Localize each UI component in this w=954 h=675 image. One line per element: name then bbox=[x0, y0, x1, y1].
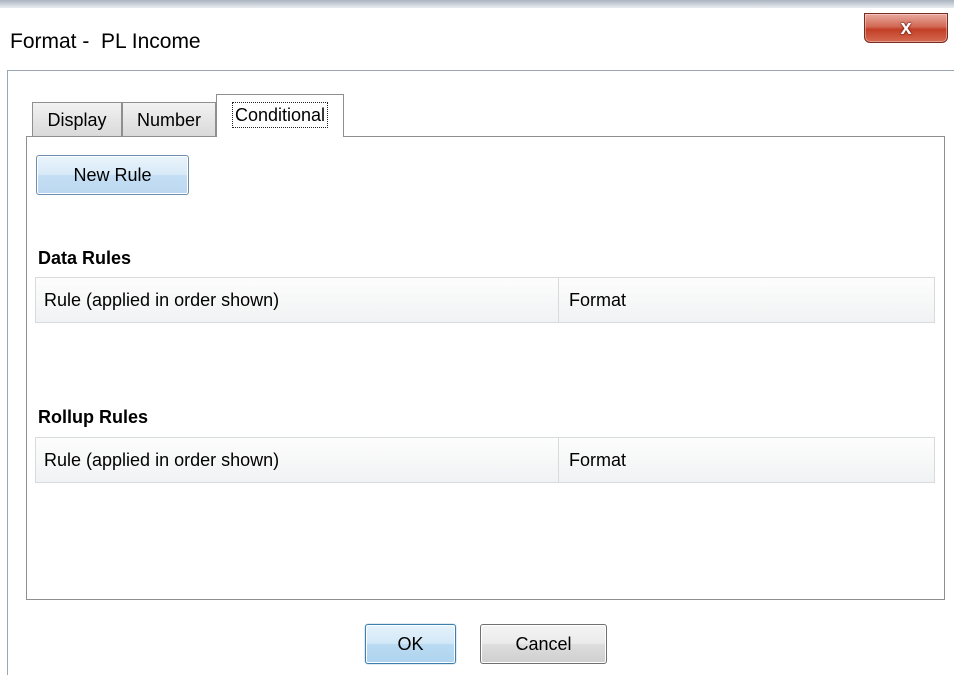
window-frame-top bbox=[0, 0, 954, 8]
close-icon[interactable]: x bbox=[900, 17, 911, 40]
tab-conditional[interactable]: Conditional bbox=[216, 94, 344, 137]
data-rules-format-column-header[interactable]: Format bbox=[559, 278, 934, 322]
rollup-rules-format-column-header[interactable]: Format bbox=[559, 438, 934, 482]
data-rules-rule-column-header[interactable]: Rule (applied in order shown) bbox=[36, 278, 559, 322]
dialog-inner-border-top bbox=[7, 70, 954, 71]
dialog-title: Format - PL Income bbox=[10, 30, 201, 53]
dialog-inner-border-left bbox=[7, 70, 8, 675]
rollup-rules-table-header: Rule (applied in order shown) Format bbox=[35, 437, 935, 483]
rollup-rules-heading: Rollup Rules bbox=[38, 407, 149, 427]
tab-number[interactable]: Number bbox=[122, 102, 216, 136]
data-rules-heading: Data Rules bbox=[38, 248, 132, 268]
cancel-button[interactable]: Cancel bbox=[480, 624, 607, 664]
tab-conditional-label: Conditional bbox=[231, 102, 329, 128]
new-rule-button[interactable]: New Rule bbox=[36, 155, 189, 195]
data-rules-table-header: Rule (applied in order shown) Format bbox=[35, 277, 935, 323]
close-button[interactable]: x bbox=[864, 13, 948, 43]
tab-display[interactable]: Display bbox=[32, 102, 122, 136]
ok-button[interactable]: OK bbox=[365, 624, 456, 664]
conditional-tab-panel bbox=[26, 136, 945, 600]
rollup-rules-rule-column-header[interactable]: Rule (applied in order shown) bbox=[36, 438, 559, 482]
format-dialog: Format - PL Income x Display Number Cond… bbox=[0, 0, 954, 675]
